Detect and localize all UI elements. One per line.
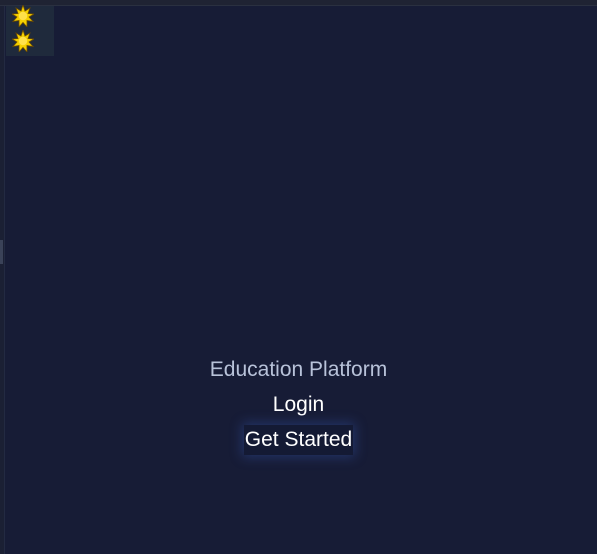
sun-icon (12, 30, 34, 52)
landing-content: Education Platform Login Get Started (0, 355, 597, 455)
left-sidebar-edge (0, 6, 5, 554)
theme-toggle-button[interactable] (11, 4, 35, 28)
window-top-border (0, 0, 597, 6)
sun-icon (12, 5, 34, 27)
login-link[interactable]: Login (273, 390, 324, 420)
platform-title: Education Platform (209, 358, 388, 381)
sidebar-resize-handle[interactable] (0, 240, 3, 264)
theme-toggle-button-secondary[interactable] (11, 29, 35, 53)
get-started-button[interactable]: Get Started (243, 425, 354, 455)
